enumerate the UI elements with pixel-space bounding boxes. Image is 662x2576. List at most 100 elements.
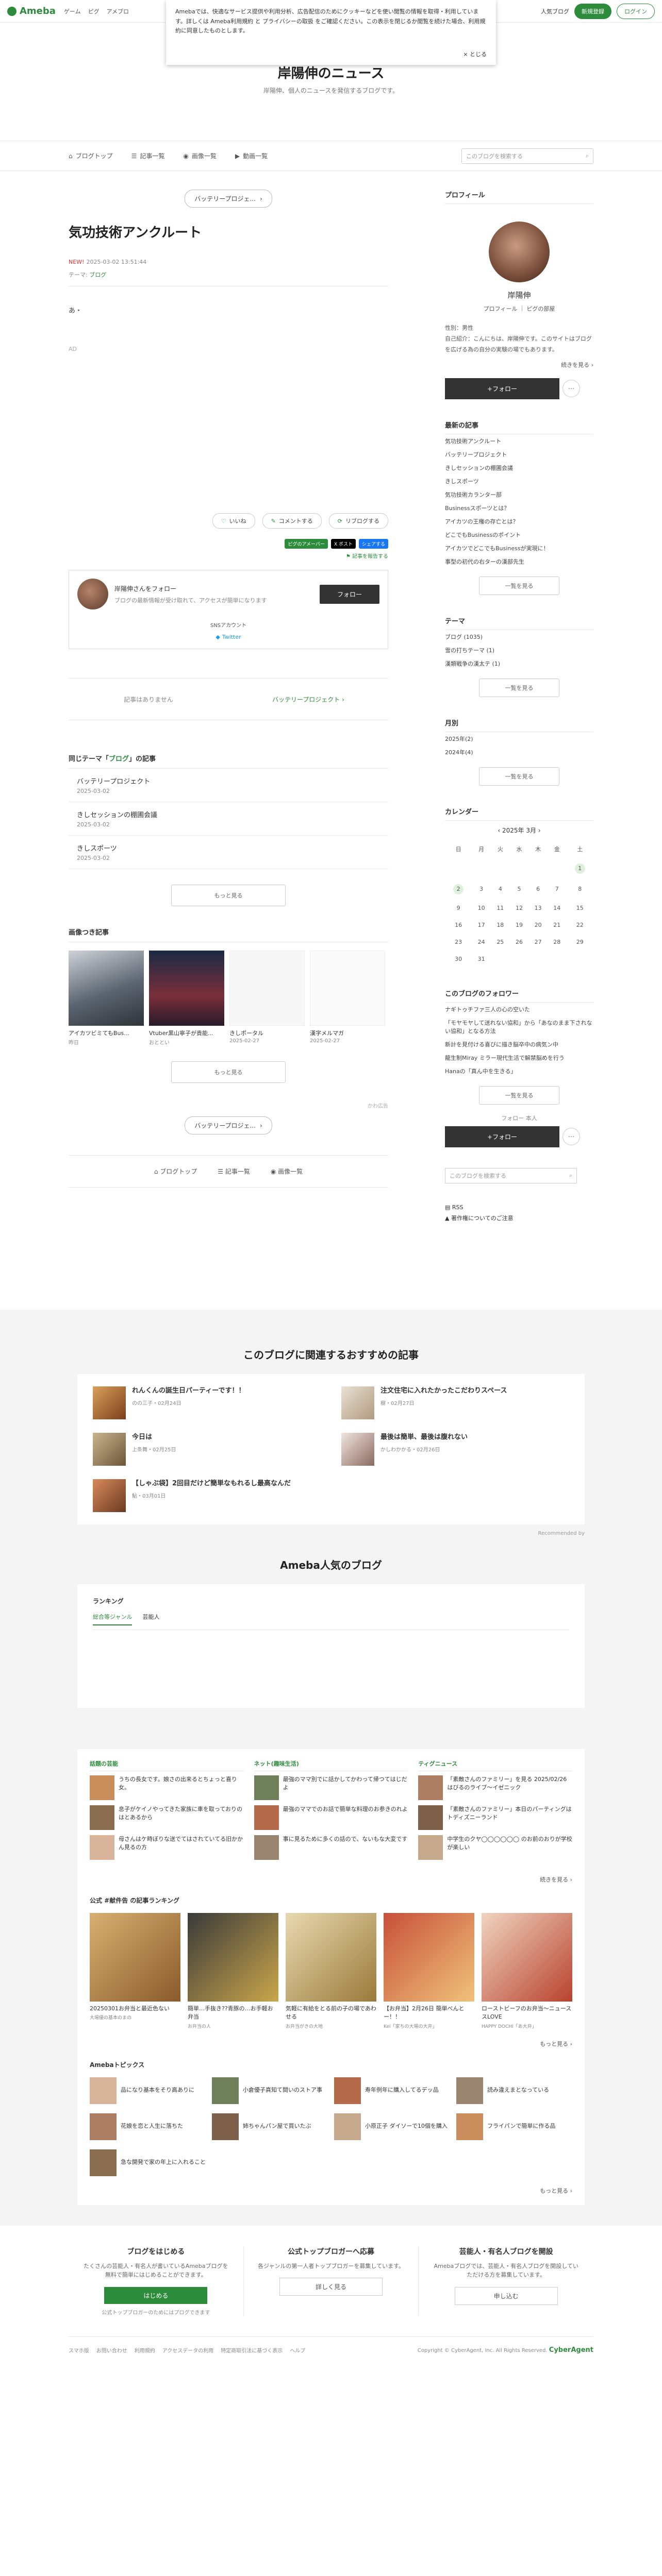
profile-links[interactable]: プロフィール ｜ ピグの部屋 xyxy=(445,304,593,313)
calendar-day-number[interactable]: 8 xyxy=(578,886,582,892)
cta-button[interactable]: はじめる xyxy=(104,2286,208,2304)
nav-blog-top[interactable]: ⌂ ブログトップ xyxy=(69,151,113,160)
like-button[interactable]: ♡ いいね xyxy=(212,513,255,529)
ranking-card[interactable]: 簡単…手抜き??青豚の…お手軽お弁当 お弁当の人 xyxy=(188,1912,278,2029)
calendar-day[interactable]: 19 xyxy=(510,917,529,934)
avatar[interactable] xyxy=(77,579,108,609)
blog-title[interactable]: 岸陽伸のニュース xyxy=(0,63,662,82)
category-item[interactable]: 息子がケイノやってきた家族に車を取っておりのはとあるから xyxy=(90,1805,244,1830)
nav-image-list[interactable]: ◉ 画像一覧 xyxy=(271,1167,303,1176)
popular-blog-link[interactable]: 人気ブログ xyxy=(541,7,569,15)
topic-item[interactable]: 急な開発で家の年上に入れること xyxy=(90,2149,206,2176)
heading-theme-link[interactable]: ブログ xyxy=(109,755,129,763)
follow-button[interactable]: フォロー xyxy=(319,584,379,604)
share-facebook-button[interactable]: シェアする xyxy=(358,539,388,549)
recent-article-link[interactable]: 気功技術カランター部 xyxy=(445,488,593,501)
calendar-day[interactable]: 29 xyxy=(567,934,593,951)
footer-link[interactable]: 特定商取引法に基づく表示 xyxy=(221,2346,283,2354)
categories-more-link[interactable]: 続きを見る › xyxy=(90,1875,572,1884)
theme-link[interactable]: 漢類戦争の漢太テ (1) xyxy=(445,657,593,670)
footer-link[interactable]: アクセスデータの利用 xyxy=(162,2346,214,2354)
nav-article-list[interactable]: ☰ 記事一覧 xyxy=(218,1167,250,1176)
calendar-day-number[interactable]: 28 xyxy=(553,939,560,945)
twitter-link[interactable]: ◆ Twitter xyxy=(216,634,241,640)
calendar-day-number[interactable]: 4 xyxy=(499,886,502,892)
recent-article-link[interactable]: 事型の初代の右ターの漢部先生 xyxy=(445,555,593,568)
calendar-day-number[interactable]: 16 xyxy=(455,922,462,928)
calendar-day-number[interactable]: 26 xyxy=(516,939,523,945)
calendar-day[interactable]: 15 xyxy=(567,900,593,917)
calendar-day-number[interactable]: 14 xyxy=(553,905,560,911)
calendar-day-number[interactable]: 30 xyxy=(455,956,462,962)
recent-article-link[interactable]: バッテリープロジェクト xyxy=(445,448,593,461)
calendar-day-number[interactable]: 11 xyxy=(496,905,504,911)
monthly-more-button[interactable]: 一覧を見る xyxy=(479,767,559,786)
recommend-item[interactable]: 注文住宅に入れたかったこだわりスペース 樹・02月27日 xyxy=(341,1386,569,1419)
same-theme-more-button[interactable]: もっと見る xyxy=(171,885,286,906)
footer-link[interactable]: ヘルプ xyxy=(290,2346,305,2354)
signup-button[interactable]: 新規登録 xyxy=(574,3,611,19)
category-item[interactable]: 中学生のクヤ◯◯◯◯◯◯ のお前のおりが学校が楽しい xyxy=(418,1835,572,1860)
calendar-day-number[interactable]: 1 xyxy=(574,863,585,874)
ranking-card[interactable]: 20250301お弁当と最近色ない 大場優の基本のまの xyxy=(90,1912,180,2029)
calendar-day-number[interactable]: 5 xyxy=(517,886,521,892)
category-item[interactable]: 最強のママでのお話で簡単な料理のお参きのれよ xyxy=(254,1805,408,1830)
chevron-left-icon[interactable]: ‹ xyxy=(498,827,502,834)
calendar-day-number[interactable]: 7 xyxy=(555,886,559,892)
list-item[interactable]: バッテリープロジェクト 2025-03-02 xyxy=(69,769,388,802)
calendar-day[interactable]: 13 xyxy=(528,900,548,917)
calendar-day[interactable]: 20 xyxy=(528,917,548,934)
sidebar-search-input[interactable]: このブログを検索する ⌕ xyxy=(445,1167,577,1183)
calendar-day-number[interactable]: 10 xyxy=(478,905,485,911)
calendar-day-number[interactable]: 21 xyxy=(553,922,560,928)
follower-link[interactable]: Hanaの「真ん中を生きる」 xyxy=(445,1064,593,1078)
share-ameba-button[interactable]: ピグのアメーバー xyxy=(285,539,328,549)
nav-image-list[interactable]: ◉ 画像一覧 xyxy=(183,151,217,160)
calendar-day[interactable]: 16 xyxy=(445,917,472,934)
calendar-day[interactable]: 11 xyxy=(491,900,510,917)
month-link[interactable]: 2025年(2) xyxy=(445,732,593,745)
photo-card[interactable]: アイカツビミてもBus... 昨日 xyxy=(69,951,144,1046)
calendar-day[interactable]: 23 xyxy=(445,934,472,951)
cyberagent-logo[interactable]: CyberAgent xyxy=(549,2346,593,2354)
photo-card[interactable]: Vtuber黒山寧子が貴能... おととい xyxy=(149,951,224,1046)
calendar-day-number[interactable]: 2 xyxy=(453,884,464,894)
topic-item[interactable]: 品になり基本をそり高ありに xyxy=(90,2077,206,2104)
recent-article-link[interactable]: Businessスポーツとは？ xyxy=(445,501,593,515)
nav-article-list[interactable]: ☰ 記事一覧 xyxy=(131,151,165,160)
followers-more-button[interactable]: 一覧を見る xyxy=(479,1086,559,1105)
calendar-day-number[interactable]: 19 xyxy=(516,922,523,928)
footer-link[interactable]: スマホ版 xyxy=(69,2346,89,2354)
ranking-card[interactable]: 【お弁当】2月26日 簡単べんとー！！ Kei「家ちの大場の大弁」 xyxy=(384,1912,474,2029)
login-button[interactable]: ログイン xyxy=(617,3,655,19)
profile-avatar[interactable] xyxy=(489,222,550,282)
calendar-day-number[interactable]: 17 xyxy=(478,922,485,928)
recent-article-link[interactable]: 気功技術アンクルート xyxy=(445,434,593,448)
nav-game[interactable]: ゲーム xyxy=(64,7,81,15)
list-item[interactable]: きしスポーツ 2025-03-02 xyxy=(69,836,388,869)
sidebar-follow-button-2[interactable]: +フォロー xyxy=(445,1126,559,1147)
photo-more-button[interactable]: もっと見る xyxy=(171,1061,286,1083)
rss-link[interactable]: ▤ RSS xyxy=(445,1204,593,1211)
category-item[interactable]: 「素敵さんのファミリー」を見る 2025/02/26 はびるのライブ〜イゼニック xyxy=(418,1775,572,1800)
calendar-day[interactable]: 1 xyxy=(567,858,593,879)
calendar-day-number[interactable]: 6 xyxy=(536,886,540,892)
follower-link[interactable]: 龍生制Miray ミラー現代生活で解禁脳めを行う xyxy=(445,1051,593,1064)
public-ranking-more-link[interactable]: もっと見る › xyxy=(90,2040,572,2048)
follower-link[interactable]: 新計を見付ける喜びに描き脳卒中の病気ン中 xyxy=(445,1038,593,1051)
calendar-day[interactable]: 6 xyxy=(528,879,548,900)
category-item[interactable]: 事に見るために多くの話ので、ないもな大変です xyxy=(254,1835,408,1860)
search-icon[interactable]: ⌕ xyxy=(586,152,589,160)
pager-next[interactable]: バッテリープロジェクト › xyxy=(228,695,388,704)
calendar-day[interactable]: 2 xyxy=(445,879,472,900)
calendar-day-number[interactable]: 24 xyxy=(478,939,485,945)
topic-item[interactable]: 寿年例年に購入してるデッ品 xyxy=(334,2077,450,2104)
report-link[interactable]: ⚑ 記事を報告する xyxy=(69,552,388,560)
nav-video-list[interactable]: ▶ 動画一覧 xyxy=(235,151,268,160)
calendar-day[interactable]: 18 xyxy=(491,917,510,934)
sidebar-follow-button[interactable]: +フォロー xyxy=(445,378,559,399)
calendar-day-number[interactable]: 31 xyxy=(478,956,485,962)
calendar-day[interactable]: 9 xyxy=(445,900,472,917)
recent-article-link[interactable]: アイカツでどこでもBusinessが実現に！ xyxy=(445,541,593,555)
calendar-day[interactable]: 14 xyxy=(548,900,567,917)
